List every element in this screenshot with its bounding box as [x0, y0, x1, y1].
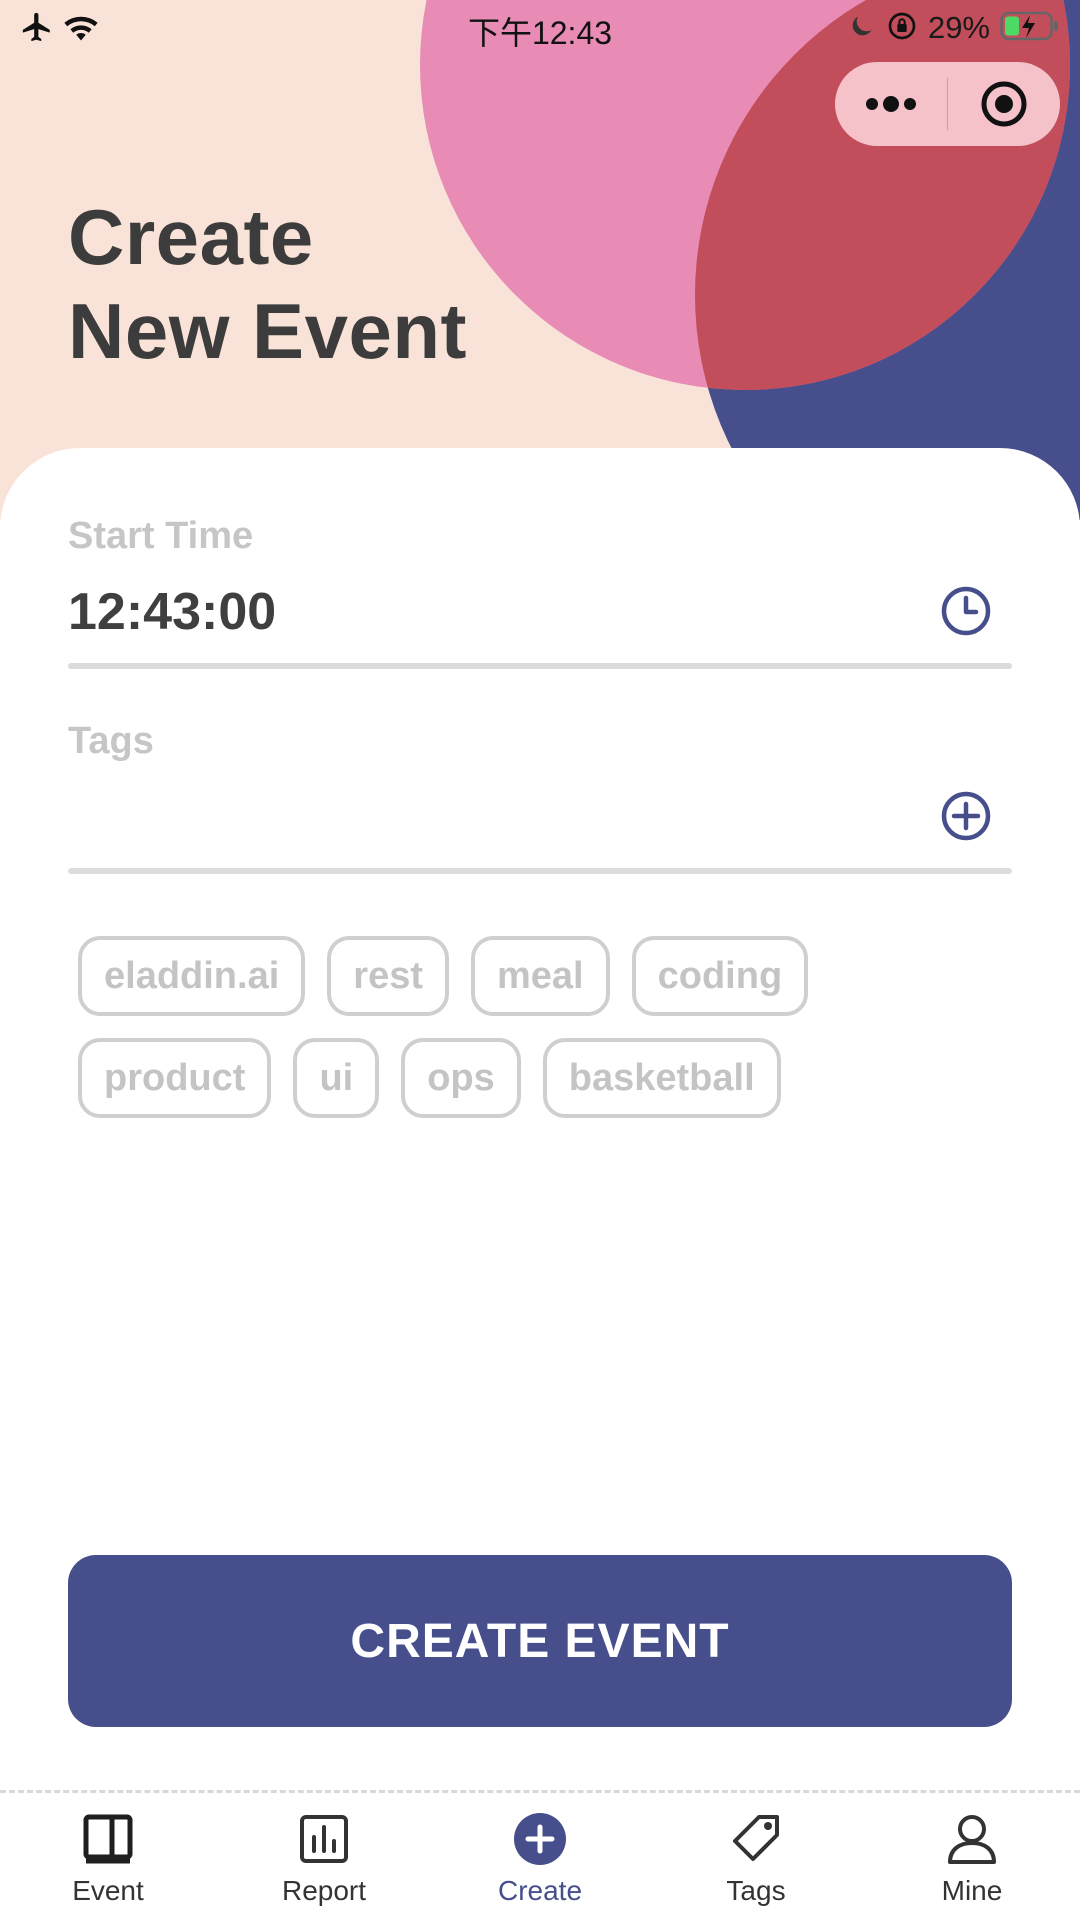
tab-report-label: Report — [281, 1875, 367, 1906]
moon-icon — [848, 12, 876, 45]
start-time-label: Start Time — [68, 515, 254, 557]
tag-chip-meal[interactable]: meal — [471, 936, 610, 1016]
tag-row: eladdin.ai rest meal coding — [78, 936, 998, 1016]
tags-label: Tags — [68, 720, 154, 762]
page-title-line-1: Create — [68, 193, 314, 281]
miniprogram-capsule — [835, 62, 1060, 146]
tags-underline — [68, 868, 1012, 874]
tag-icon — [728, 1811, 784, 1867]
tab-create-label: Create — [497, 1875, 583, 1906]
user-icon — [944, 1811, 1000, 1867]
tab-mine-label: Mine — [941, 1875, 1003, 1906]
tab-event[interactable]: Event — [0, 1793, 216, 1923]
book-icon — [80, 1811, 136, 1867]
more-options-button[interactable] — [835, 62, 947, 146]
bar-chart-icon — [296, 1811, 352, 1867]
page-title-line-2: New Event — [68, 287, 467, 375]
create-event-button[interactable]: CREATE EVENT — [68, 1555, 1012, 1727]
tab-tags-label: Tags — [726, 1875, 786, 1906]
orientation-lock-icon — [886, 10, 918, 47]
add-tag-plus-icon[interactable] — [940, 790, 992, 842]
status-bar: 下午12:43 29% — [0, 0, 1080, 56]
start-time-value[interactable]: 12:43:00 — [68, 582, 276, 642]
start-time-field[interactable]: Start Time 12:43:00 — [68, 515, 1012, 675]
tab-tags[interactable]: Tags — [648, 1793, 864, 1923]
tag-chip-rest[interactable]: rest — [327, 936, 449, 1016]
tag-row: product ui ops basketball — [78, 1038, 998, 1118]
tab-create[interactable]: Create — [432, 1793, 648, 1923]
tag-chip-ops[interactable]: ops — [401, 1038, 521, 1118]
tag-suggestions: eladdin.ai rest meal coding product ui o… — [78, 936, 998, 1140]
plus-circle-icon — [512, 1811, 568, 1867]
tags-field[interactable]: Tags — [68, 720, 1012, 880]
bottom-tab-bar: Event Report Create Tags Mine — [0, 1790, 1080, 1923]
tag-chip-basketball[interactable]: basketball — [542, 1038, 781, 1118]
tab-report[interactable]: Report — [216, 1793, 432, 1923]
tag-chip-eladdin-ai[interactable]: eladdin.ai — [78, 936, 306, 1016]
battery-icon — [1000, 11, 1060, 46]
more-dots-icon — [866, 96, 916, 112]
tag-chip-coding[interactable]: coding — [631, 936, 809, 1016]
tag-chip-product[interactable]: product — [78, 1038, 272, 1118]
close-miniprogram-button[interactable] — [948, 62, 1060, 146]
page-title: Create New Event — [68, 190, 467, 378]
tag-chip-ui[interactable]: ui — [293, 1038, 380, 1118]
tab-event-label: Event — [72, 1875, 144, 1906]
battery-percentage: 29% — [927, 10, 990, 45]
clock-icon[interactable] — [940, 585, 992, 637]
start-time-underline — [68, 663, 1012, 669]
tab-mine[interactable]: Mine — [864, 1793, 1080, 1923]
status-right-group: 29% — [848, 8, 1060, 48]
target-circle-icon — [981, 81, 1027, 127]
